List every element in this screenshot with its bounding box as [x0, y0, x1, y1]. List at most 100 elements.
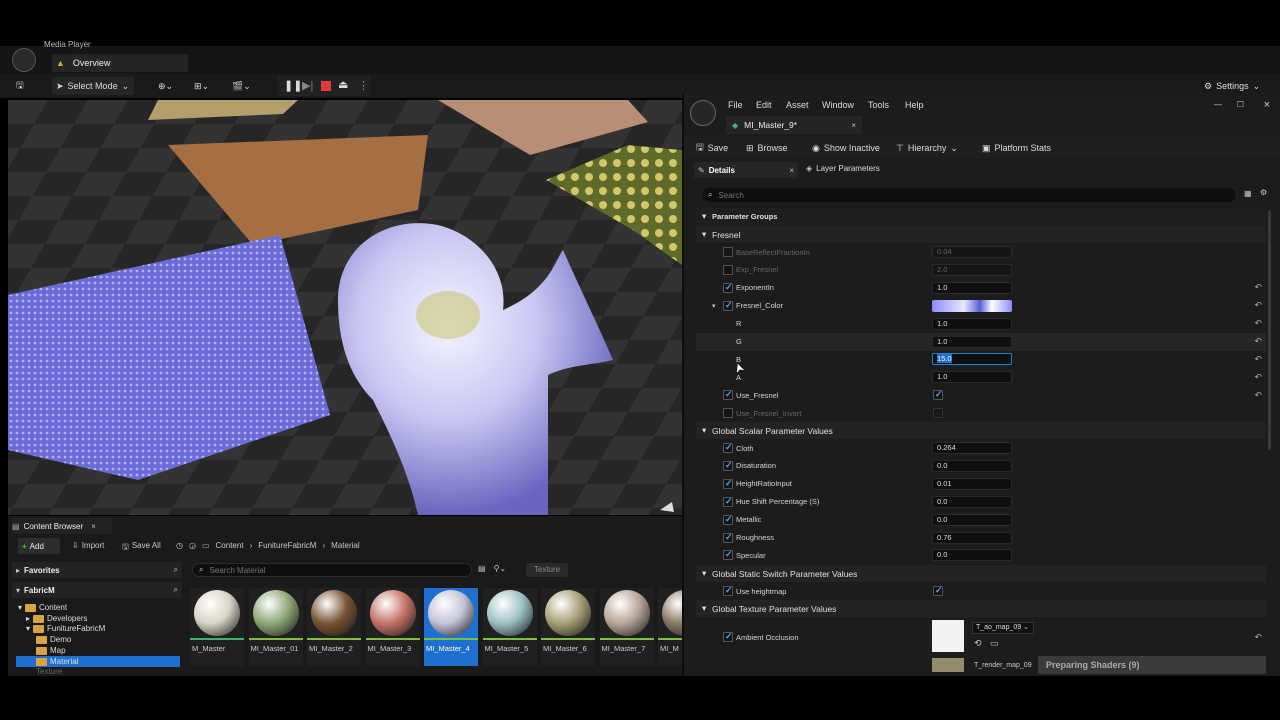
- fresnel-group-header[interactable]: ▾ Fresnel: [696, 226, 1266, 243]
- value-checkbox[interactable]: [933, 585, 943, 596]
- search-icon[interactable]: ⌕: [174, 565, 178, 575]
- table-view-icon[interactable]: ▦: [1244, 189, 1252, 198]
- forward-icon[interactable]: ◶: [189, 541, 196, 550]
- asset-tile[interactable]: M_Master: [190, 588, 244, 666]
- filter-chip-texture[interactable]: Texture: [526, 563, 568, 577]
- override-checkbox[interactable]: [723, 389, 733, 401]
- save-all-button[interactable]: 🖫 Save All: [122, 541, 161, 555]
- close-icon[interactable]: ×: [789, 166, 794, 175]
- override-checkbox[interactable]: [723, 585, 733, 596]
- menu-file[interactable]: File: [728, 100, 743, 110]
- param-value-field[interactable]: 1.0: [932, 317, 1012, 330]
- param-value-field[interactable]: 0.0: [932, 459, 1012, 472]
- import-button[interactable]: ⇩ Import: [72, 541, 104, 550]
- override-checkbox[interactable]: [723, 478, 733, 489]
- override-checkbox[interactable]: [723, 631, 733, 642]
- details-search-input[interactable]: [718, 190, 1119, 200]
- level-viewport[interactable]: [8, 100, 682, 515]
- param-value-field[interactable]: 1.0: [932, 371, 1012, 384]
- param-value-field[interactable]: 0.76: [932, 531, 1012, 544]
- param-value-field[interactable]: 15.0: [932, 353, 1012, 366]
- pause-icon[interactable]: ❚❚: [284, 79, 302, 92]
- select-mode-button[interactable]: ➤ Select Mode ⌄: [52, 77, 134, 95]
- reset-icon[interactable]: ↶: [1254, 282, 1262, 293]
- param-value-field[interactable]: 0.264: [932, 442, 1012, 454]
- close-icon[interactable]: ×: [91, 522, 96, 531]
- breadcrumb-material[interactable]: Material: [331, 541, 359, 550]
- param-value-field[interactable]: 1.0: [932, 335, 1012, 348]
- asset-tile[interactable]: MI_Master_7: [599, 588, 654, 666]
- tree-item-funiturefabricm[interactable]: ▾ FunitureFabricM: [26, 624, 105, 633]
- asset-search-input[interactable]: [209, 565, 430, 575]
- color-swatch[interactable]: [932, 299, 1012, 312]
- browse-button[interactable]: ⊞ Browse: [746, 139, 788, 157]
- browse-folder-icon[interactable]: ▭: [990, 638, 999, 649]
- save-level-button[interactable]: 🖫: [16, 77, 24, 95]
- override-checkbox[interactable]: [723, 282, 733, 293]
- param-value-field[interactable]: 0.0: [932, 513, 1012, 526]
- asset-tile[interactable]: MI_Master_6: [541, 588, 595, 666]
- search-icon[interactable]: ⌕: [174, 585, 178, 595]
- eject-icon[interactable]: ⏏: [338, 78, 348, 91]
- add-button[interactable]: + Add: [18, 538, 60, 554]
- param-value-field[interactable]: 0.0: [932, 495, 1012, 508]
- asset-tile[interactable]: MI_Master_3: [365, 588, 420, 666]
- reset-icon[interactable]: ↶: [1254, 318, 1262, 329]
- menu-asset[interactable]: Asset: [786, 100, 809, 110]
- param-value-field[interactable]: 0.01: [932, 477, 1012, 490]
- cinematics-button[interactable]: 🎬⌄: [232, 77, 251, 95]
- scalar-group-header[interactable]: ▾ Global Scalar Parameter Values: [696, 422, 1266, 439]
- tab-content-browser[interactable]: ▤ Content Browser ×: [12, 518, 112, 534]
- project-header[interactable]: ▾ FabricM ⌕: [12, 582, 182, 598]
- tree-item-demo[interactable]: Demo: [36, 635, 71, 644]
- expand-icon[interactable]: ▾: [712, 302, 716, 310]
- show-inactive-button[interactable]: ◉ Show Inactive: [812, 139, 880, 157]
- menu-edit[interactable]: Edit: [756, 100, 772, 110]
- override-checkbox[interactable]: [723, 496, 733, 507]
- static-switch-group-header[interactable]: ▾ Global Static Switch Parameter Values: [696, 565, 1266, 582]
- breadcrumb-funiturefabricm[interactable]: FunitureFabricM: [258, 541, 316, 550]
- reset-icon[interactable]: ↶: [1254, 336, 1262, 347]
- tree-item-material[interactable]: Material: [16, 656, 180, 667]
- settings-button[interactable]: ⚙ Settings ⌄: [1204, 77, 1260, 95]
- stop-icon[interactable]: [321, 81, 331, 91]
- asset-tile[interactable]: MI_Master_01: [248, 588, 303, 666]
- use-selected-icon[interactable]: ⟲: [974, 638, 982, 649]
- reset-icon[interactable]: ↶: [1254, 390, 1262, 401]
- asset-search-box[interactable]: ⌕: [192, 563, 472, 577]
- menu-tools[interactable]: Tools: [868, 100, 889, 110]
- history-back-icon[interactable]: ◷: [176, 541, 183, 550]
- platform-stats-button[interactable]: ▣ Platform Stats: [982, 139, 1051, 157]
- tree-item-map[interactable]: Map: [36, 646, 66, 655]
- texture-picker[interactable]: T_ao_map_09 ⌄: [972, 622, 1034, 634]
- tree-item-texture[interactable]: Texture: [36, 667, 62, 676]
- reset-icon[interactable]: ↶: [1254, 632, 1262, 643]
- value-checkbox[interactable]: [933, 408, 943, 419]
- hierarchy-button[interactable]: ⊤ Hierarchy ⌄: [896, 139, 958, 157]
- breadcrumb-content[interactable]: Content: [216, 541, 244, 550]
- menu-help[interactable]: Help: [905, 100, 924, 110]
- override-checkbox[interactable]: [723, 549, 733, 561]
- asset-tile[interactable]: MI_Master_2: [307, 588, 361, 666]
- asset-tile[interactable]: MI_Master_5: [482, 588, 537, 666]
- texture-thumbnail[interactable]: [932, 620, 964, 652]
- override-checkbox[interactable]: [723, 514, 733, 525]
- texture-thumbnail-2[interactable]: [932, 658, 964, 672]
- tab-details[interactable]: ✎ Details ×: [694, 162, 798, 178]
- blueprint-button[interactable]: ⊞⌄: [194, 77, 209, 95]
- filter-icon[interactable]: ⚲⌄: [494, 564, 507, 573]
- override-checkbox[interactable]: [723, 408, 733, 419]
- more-options-icon[interactable]: ⋮: [358, 79, 369, 92]
- tab-mi-master-9[interactable]: ◆ MI_Master_9* ×: [726, 116, 862, 134]
- reset-icon[interactable]: ↶: [1254, 300, 1262, 311]
- param-value-field[interactable]: 0.0: [932, 549, 1012, 562]
- override-checkbox[interactable]: [723, 264, 733, 275]
- add-actor-button[interactable]: ⊕⌄: [158, 77, 173, 95]
- parameter-groups-header[interactable]: ▾ Parameter Groups: [696, 208, 1266, 225]
- menu-window[interactable]: Window: [822, 100, 854, 110]
- override-checkbox[interactable]: [723, 460, 733, 471]
- texture-group-header[interactable]: ▾ Global Texture Parameter Values: [696, 600, 1266, 617]
- tree-item-developers[interactable]: ▸ Developers: [26, 614, 87, 623]
- favorites-header[interactable]: ▸ Favorites ⌕: [12, 562, 182, 578]
- close-window-icon[interactable]: ×: [1264, 99, 1270, 111]
